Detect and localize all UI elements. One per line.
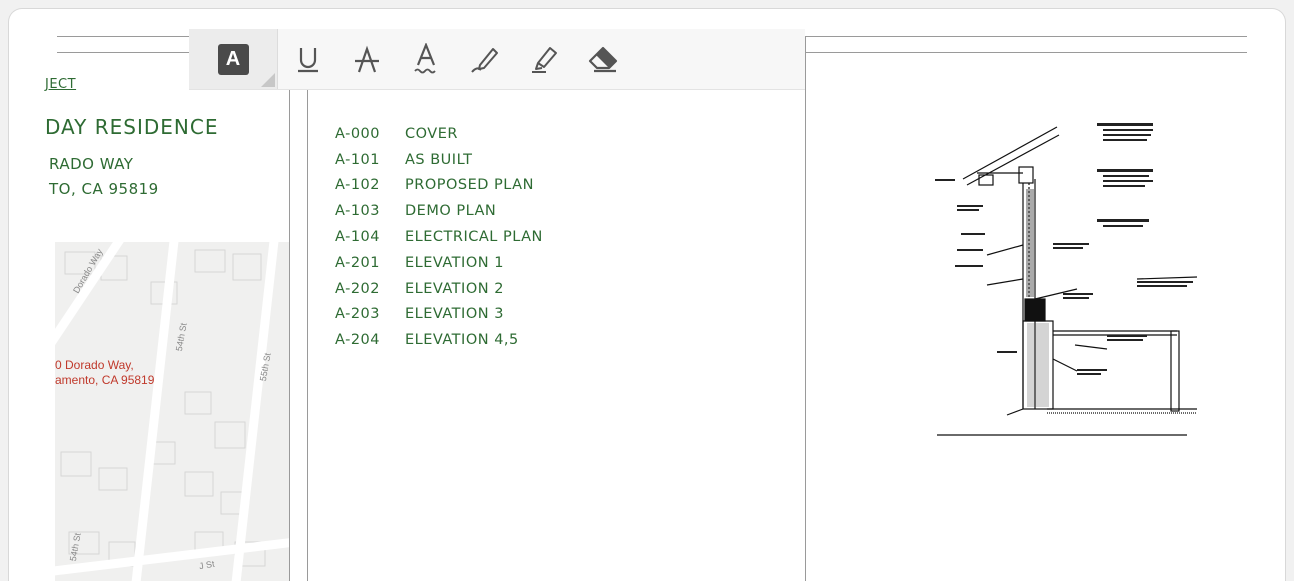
eraser-tool-button[interactable] [573, 29, 632, 89]
underline-tool-button[interactable] [278, 29, 337, 89]
sheet-number: A-204 [335, 332, 381, 349]
sheet-index-row: A-102 PROPOSED PLAN [335, 173, 543, 199]
document-viewer: JECT DAY RESIDENCE RADO WAY TO, CA 95819 [8, 8, 1286, 581]
sheet-title: ELEVATION 4,5 [405, 332, 519, 349]
sheet-title: AS BUILT [405, 151, 473, 168]
sheet-title: ELECTRICAL PLAN [405, 229, 543, 246]
squiggly-underline-icon [413, 43, 436, 74]
squiggly-underline-tool-button[interactable] [396, 29, 455, 89]
sheet-title: COVER [405, 125, 458, 142]
sheet-number: A-000 [335, 125, 381, 142]
strikethrough-tool-button[interactable] [337, 29, 396, 89]
text-box-icon: A [217, 43, 249, 75]
sheet-index-row: A-203 ELEVATION 3 [335, 302, 543, 328]
sheet-title: ELEVATION 1 [405, 254, 504, 271]
sheet-number: A-202 [335, 280, 381, 297]
pen-tool-button[interactable] [455, 29, 514, 89]
sheet-number: A-101 [335, 151, 381, 168]
divider-line [307, 37, 308, 581]
sheet-index-row: A-104 ELECTRICAL PLAN [335, 224, 543, 250]
sheet-index-row: A-204 ELEVATION 4,5 [335, 327, 543, 353]
sheet-index-row: A-201 ELEVATION 1 [335, 250, 543, 276]
eraser-icon [588, 46, 617, 73]
map-address-line1: 0 Dorado Way, [55, 358, 134, 372]
highlighter-icon [531, 47, 557, 73]
sheet-number: A-203 [335, 306, 381, 323]
map-address-line2: amento, CA 95819 [55, 373, 155, 387]
sheet-index-row: A-101 AS BUILT [335, 147, 543, 173]
location-map: Dorado Way 54th St 55th St 54th St J St … [55, 242, 289, 581]
section-drawing [935, 123, 1198, 436]
wall-section-detail [927, 109, 1203, 439]
project-address-line2: TO, CA 95819 [49, 180, 159, 198]
pen-icon [470, 48, 498, 73]
map-streets-graphic [55, 242, 289, 581]
drawing-sheet: JECT DAY RESIDENCE RADO WAY TO, CA 95819 [9, 9, 1285, 581]
sheet-index: A-000 COVER A-101 AS BUILT A-102 PROPOSED P… [335, 121, 543, 353]
sheet-number: A-103 [335, 203, 381, 220]
sheet-title: ELEVATION 3 [405, 306, 504, 323]
project-address-line1: RADO WAY [49, 155, 134, 173]
divider-line [805, 37, 806, 581]
project-link[interactable]: JECT [45, 77, 76, 92]
highlighter-tool-button[interactable] [514, 29, 573, 89]
sheet-index-row: A-202 ELEVATION 2 [335, 276, 543, 302]
underline-icon [297, 48, 318, 73]
sheet-number: A-201 [335, 254, 381, 271]
project-title: DAY RESIDENCE [45, 115, 219, 139]
annotation-toolbar: A [189, 29, 805, 90]
sheet-number: A-102 [335, 177, 381, 194]
sheet-index-row: A-000 COVER [335, 121, 543, 147]
text-tool-button[interactable]: A [189, 29, 278, 89]
sheet-title: PROPOSED PLAN [405, 177, 534, 194]
sheet-index-row: A-103 DEMO PLAN [335, 198, 543, 224]
map-address-label: 0 Dorado Way, amento, CA 95819 [55, 358, 154, 388]
strikethrough-icon [354, 45, 379, 73]
sheet-title: ELEVATION 2 [405, 280, 504, 297]
divider-line [289, 37, 290, 581]
sheet-title: DEMO PLAN [405, 203, 497, 220]
sheet-number: A-104 [335, 229, 381, 246]
